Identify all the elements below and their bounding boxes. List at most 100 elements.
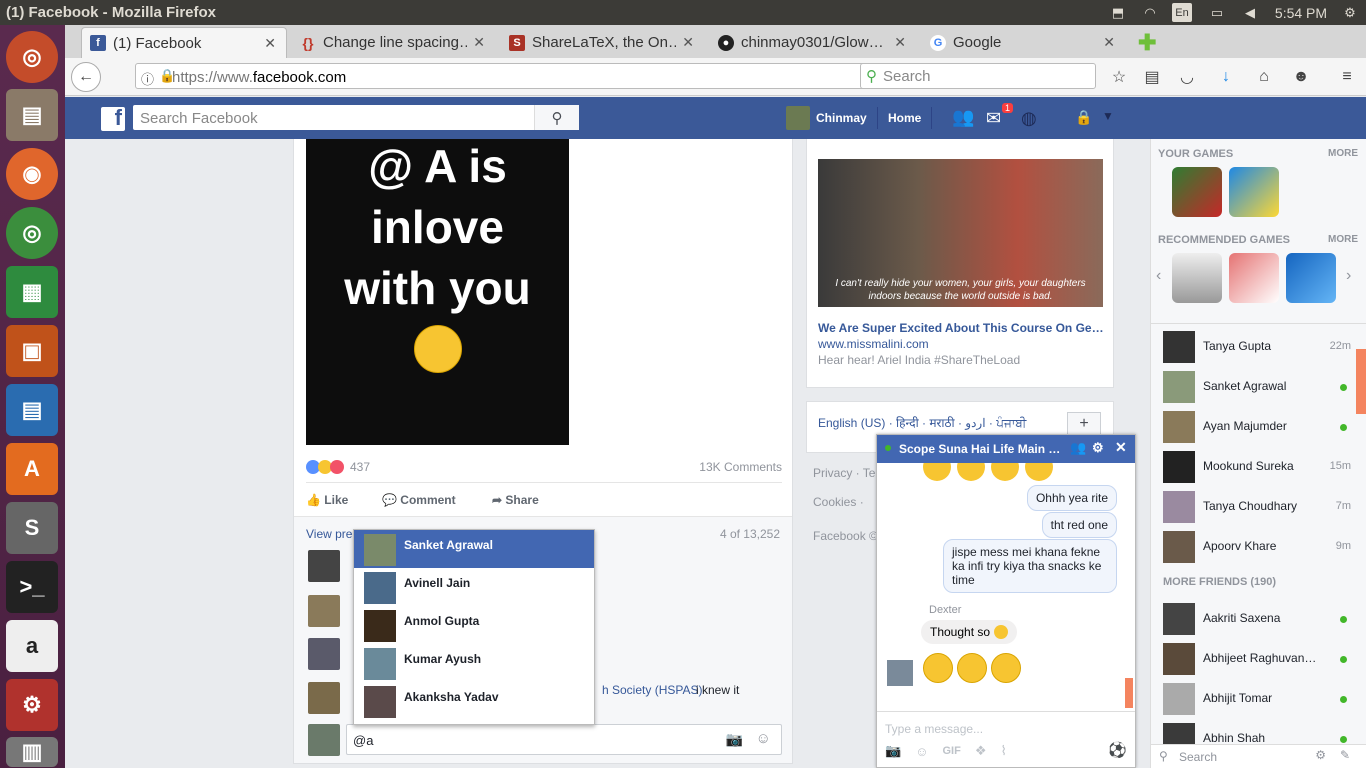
trash-icon[interactable]: ▥ (6, 737, 58, 767)
close-icon[interactable]: ✕ (1115, 439, 1127, 456)
ad-site[interactable]: www.missmalini.com (818, 337, 929, 351)
share-button[interactable]: ➦ Share (492, 493, 539, 507)
mention-option[interactable]: Akanksha Yadav (354, 682, 594, 720)
settings-icon[interactable]: ⚙ (6, 679, 58, 731)
avatar[interactable] (308, 595, 340, 627)
tab-google[interactable]: G Google ✕ (922, 27, 1125, 58)
post-image[interactable]: @ A is inlove with you (306, 139, 569, 445)
power-icon[interactable]: ⚙ (1340, 3, 1360, 22)
game-icon[interactable] (1286, 253, 1336, 303)
messages-icon[interactable]: ✉ (986, 108, 1001, 129)
game-icon[interactable] (1229, 253, 1279, 303)
close-icon[interactable]: ✕ (1103, 34, 1115, 51)
impress-icon[interactable]: ▣ (6, 325, 58, 377)
gear-icon[interactable]: ⚙ (1092, 440, 1104, 456)
search-icon[interactable]: ⚲ (534, 105, 579, 130)
camera-icon[interactable]: 📷 (885, 743, 901, 759)
dropbox-icon[interactable]: ⬒ (1108, 3, 1128, 22)
view-previous-link[interactable]: View pre (306, 527, 352, 541)
close-icon[interactable]: ✕ (682, 34, 694, 51)
gear-icon[interactable]: ⚙ (1315, 748, 1326, 762)
avatar[interactable] (308, 638, 340, 670)
tab-github[interactable]: ● chinmay0301/Glow… ✕ (710, 27, 916, 58)
mention-option[interactable]: Anmol Gupta (354, 606, 594, 644)
game-icon[interactable] (1172, 253, 1222, 303)
add-language-button[interactable]: + (1067, 412, 1101, 436)
amazon-icon[interactable]: a (6, 620, 58, 672)
chevron-down-icon[interactable]: ▼ (1102, 109, 1114, 123)
soccer-game-icon[interactable]: ⚽ (1108, 741, 1127, 759)
friend-requests-icon[interactable]: 👥 (952, 107, 974, 128)
new-tab-icon[interactable]: ✚ (1138, 30, 1156, 56)
firefox-icon[interactable]: ◉ (6, 148, 58, 200)
chat-friend[interactable]: Apoorv Khare 9m (1163, 529, 1363, 565)
chat-friend[interactable]: Tanya Gupta 22m (1163, 329, 1363, 365)
download-icon[interactable]: ↓ (1215, 66, 1237, 88)
home-icon[interactable]: ⌂ (1253, 66, 1275, 88)
chat-icon[interactable]: ☻ (1290, 66, 1312, 88)
writer-icon[interactable]: ▤ (6, 384, 58, 436)
home-link[interactable]: Home (888, 111, 921, 125)
terminal-icon[interactable]: >_ (6, 561, 58, 613)
avatar[interactable] (308, 682, 340, 714)
calc-icon[interactable]: ▦ (6, 266, 58, 318)
stickers-icon[interactable]: ❖ (975, 743, 987, 759)
url-bar[interactable]: ⓘ 🔒 https://www.facebook.com ↻ (135, 63, 915, 89)
comment-tag-link[interactable]: h Society (HSPAS) (602, 683, 702, 697)
like-button[interactable]: 👍 Like (306, 493, 382, 507)
clock[interactable]: 5:54 PM (1270, 3, 1332, 22)
mention-option[interactable]: Kumar Ayush (354, 644, 594, 682)
chat-friend[interactable]: Abhijit Tomar (1163, 681, 1363, 717)
profile-link[interactable]: Chinmay (816, 111, 867, 125)
chat-header[interactable]: Scope Suna Hai Life Main … 👥 ⚙ ✕ (877, 435, 1135, 463)
chat-input[interactable]: Type a message... (885, 722, 983, 736)
sublime-icon[interactable]: S (6, 502, 58, 554)
comments-count[interactable]: 13K Comments (699, 460, 782, 474)
avatar[interactable] (308, 550, 340, 582)
chevron-right-icon[interactable]: › (1346, 267, 1351, 285)
ubuntu-icon[interactable]: ◎ (6, 31, 58, 83)
mention-option[interactable]: Avinell Jain (354, 568, 594, 606)
close-icon[interactable]: ✕ (473, 34, 485, 51)
chat-friend[interactable]: Abhijeet Raghuvan… (1163, 641, 1363, 677)
chat-friend[interactable]: Sanket Agrawal (1163, 369, 1363, 405)
avatar[interactable] (786, 106, 810, 130)
chevron-left-icon[interactable]: ‹ (1156, 267, 1161, 285)
wifi-icon[interactable]: ◠ (1140, 3, 1160, 22)
mention-option[interactable]: Sanket Agrawal (354, 530, 594, 568)
software-center-icon[interactable]: A (6, 443, 58, 495)
attach-icon[interactable]: ⌇ (1000, 743, 1006, 759)
comment-input[interactable]: @a 📷 ☺ (346, 724, 782, 755)
emoji-icon[interactable]: ☺ (756, 730, 771, 747)
scrollbar-thumb[interactable] (1356, 349, 1366, 414)
close-icon[interactable]: ✕ (264, 35, 276, 52)
tab-facebook[interactable]: f (1) Facebook ✕ (81, 27, 287, 58)
gif-button[interactable]: GIF (942, 745, 960, 757)
recommended-more[interactable]: MORE (1328, 234, 1358, 245)
ad-image[interactable]: I can't really hide your women, your gir… (818, 159, 1103, 307)
files-icon[interactable]: ▤ (6, 89, 58, 141)
ad-title[interactable]: We Are Super Excited About This Course O… (818, 321, 1108, 335)
keyboard-layout-indicator[interactable]: En (1172, 3, 1192, 22)
privacy-shortcuts-icon[interactable]: 🔒 (1075, 109, 1092, 126)
close-icon[interactable]: ✕ (894, 34, 906, 51)
camera-icon[interactable]: 📷 (726, 731, 743, 748)
reactions[interactable]: 437 (306, 460, 370, 474)
volume-icon[interactable]: ◀ (1240, 3, 1260, 22)
chrome-icon[interactable]: ◎ (6, 207, 58, 259)
pocket-icon[interactable]: ◡ (1176, 66, 1198, 88)
emoji-icon[interactable]: ☺ (915, 744, 928, 759)
tab-change-line-spacing[interactable]: {} Change line spacing… ✕ (292, 27, 495, 58)
chat-friend[interactable]: Ayan Majumder (1163, 409, 1363, 445)
avatar[interactable] (887, 660, 913, 686)
reading-list-icon[interactable]: ▤ (1141, 66, 1163, 88)
bookmark-star-icon[interactable]: ☆ (1108, 66, 1130, 88)
footer-cookies[interactable]: Cookies · (813, 495, 864, 509)
comment-button[interactable]: 💬 Comment (382, 493, 492, 507)
chat-search[interactable]: ⚲ Search ⚙ ✎ (1151, 744, 1366, 768)
language-list[interactable]: English (US) · हिन्दी · मराठी · اردو · ਪ… (818, 414, 1026, 431)
facebook-search-input[interactable]: Search Facebook (133, 105, 579, 130)
add-people-icon[interactable]: 👥 (1070, 440, 1086, 456)
menu-icon[interactable]: ≡ (1336, 66, 1358, 88)
battery-icon[interactable]: ▭ (1205, 3, 1229, 22)
